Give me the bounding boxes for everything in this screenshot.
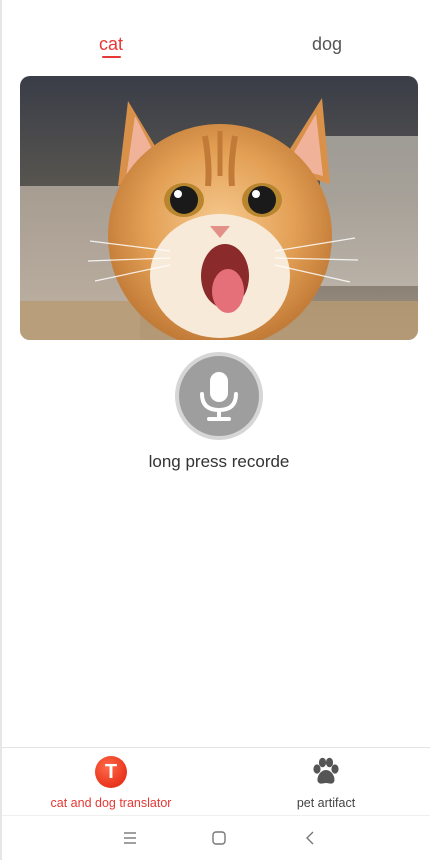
tab-active-indicator xyxy=(102,56,121,58)
record-button[interactable] xyxy=(175,352,263,440)
microphone-icon xyxy=(200,372,238,421)
app-screen: cat dog long press recorde T cat and dog… xyxy=(0,0,430,860)
tab-dog[interactable]: dog xyxy=(312,34,342,55)
system-navigation-bar xyxy=(2,815,430,860)
cat-photo xyxy=(20,76,418,340)
tab-cat[interactable]: cat xyxy=(99,34,123,55)
bottom-navigation: T cat and dog translator pet artifact xyxy=(2,747,430,815)
nav-pet-artifact[interactable]: pet artifact xyxy=(220,748,430,816)
menu-icon[interactable] xyxy=(122,830,138,846)
translator-t-icon: T xyxy=(95,756,127,788)
paw-icon xyxy=(313,757,339,784)
nav-translator-label: cat and dog translator xyxy=(50,796,172,810)
nav-pet-artifact-label: pet artifact xyxy=(296,796,356,810)
back-chevron-icon[interactable] xyxy=(302,830,318,846)
home-square-icon[interactable] xyxy=(211,830,227,846)
record-instruction: long press recorde xyxy=(148,452,290,471)
nav-translator[interactable]: T cat and dog translator xyxy=(2,748,220,816)
animal-tabs: cat dog xyxy=(2,30,430,64)
